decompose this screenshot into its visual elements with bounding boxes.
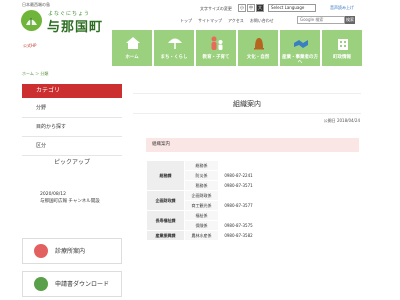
- table-row: 総務課 総務係: [146, 160, 259, 191]
- phone-cell: [218, 210, 259, 221]
- pickup-link[interactable]: 2020/08/12 与那国町広報 チャンネル開設: [40, 191, 120, 205]
- phone-cell: 0980-87-2241: [218, 170, 259, 181]
- phone-cell: 0980-87-3575: [218, 220, 259, 231]
- top-link-access[interactable]: アクセス: [228, 18, 244, 24]
- nav-living[interactable]: まち・くらし: [154, 30, 195, 66]
- sidebar-item-purpose[interactable]: 目的から探す: [22, 118, 122, 137]
- phone-cell: [218, 190, 259, 201]
- sidebar-item-division[interactable]: 区分: [22, 137, 122, 156]
- section-cell: 農林水産係: [184, 230, 219, 241]
- nav-home[interactable]: ホーム: [112, 30, 153, 66]
- department-cell: 総務課: [146, 160, 185, 191]
- font-size-medium-button[interactable]: 中: [247, 4, 255, 12]
- family-icon: [211, 36, 223, 50]
- section-cell: 防災係: [184, 170, 219, 181]
- phone-cell: [218, 160, 259, 171]
- department-cell: 産業振興課: [146, 230, 185, 241]
- nav-label: 町政情報: [333, 55, 351, 60]
- sidebar-item-field[interactable]: 分野: [22, 99, 122, 118]
- tagline: 日本最西端の島: [22, 2, 50, 7]
- town-logo[interactable]: [21, 10, 42, 31]
- phone-cell: 0980-87-3577: [218, 200, 259, 211]
- clinic-info-button[interactable]: 診療所案内: [22, 238, 122, 264]
- umbrella-icon: [168, 38, 182, 49]
- nav-industry[interactable]: 産業・事業者の方へ: [280, 30, 321, 66]
- search-input[interactable]: Google 検索: [297, 16, 345, 24]
- section-cell: 企画財政係: [184, 190, 219, 201]
- application-download-button[interactable]: 申請書ダウンロード: [22, 271, 122, 297]
- top-link-contact[interactable]: お問い合わせ: [250, 18, 274, 24]
- language-select[interactable]: Select Language: [268, 4, 316, 12]
- table-row: 産業振興課 農林水産係 0980-87-3582: [146, 230, 259, 241]
- font-size-small-button[interactable]: 小: [238, 4, 246, 12]
- nav-label: 教育・子育て: [202, 55, 230, 60]
- department-cell: 企画財政課: [146, 190, 185, 211]
- top-links: トップ サイトマップ アクセス お問い合わせ: [180, 18, 274, 24]
- department-cell: 長寿福祉課: [146, 210, 185, 231]
- publish-date: 公開日 2018/04/24: [323, 118, 360, 123]
- font-size-label: 文字サイズの変更: [200, 6, 232, 11]
- category-heading: カテゴリ: [22, 84, 122, 98]
- section-cell: 保険係: [184, 220, 219, 231]
- table-row: 長寿福祉課 福祉係: [146, 210, 259, 231]
- nav-label: ホーム: [125, 55, 139, 60]
- section-cell: 商工観光係: [184, 200, 219, 211]
- logo-icon: [26, 18, 37, 25]
- top-link-home[interactable]: トップ: [180, 18, 192, 24]
- official-label: 公式HP: [23, 43, 37, 48]
- section-header: 組織案内: [146, 138, 359, 152]
- nav-label: まち・くらし: [160, 55, 188, 60]
- phone-cell: 0980-87-3571: [218, 180, 259, 191]
- download-icon: [34, 277, 48, 291]
- search-button[interactable]: 検索: [345, 16, 355, 24]
- page-title: 組織案内: [133, 93, 361, 114]
- building-icon: [338, 39, 348, 50]
- section-cell: 総務係: [184, 160, 219, 171]
- nav-label: 産業・事業者の方へ: [282, 55, 318, 65]
- handshake-icon: [294, 40, 308, 48]
- nav-government[interactable]: 町政情報: [322, 30, 363, 66]
- font-size-large-button[interactable]: 大: [256, 4, 264, 12]
- nav-culture[interactable]: 文化・自然: [238, 30, 279, 66]
- pickup-title: ピックアップ: [53, 159, 90, 166]
- clinic-info-label: 診療所案内: [55, 248, 86, 255]
- table-row: 企画財政課 企画財政係: [146, 190, 259, 211]
- nav-label: 文化・自然: [246, 55, 270, 60]
- section-cell: 福祉係: [184, 210, 219, 221]
- bell-icon: [254, 38, 264, 50]
- home-icon: [126, 37, 140, 49]
- top-link-sitemap[interactable]: サイトマップ: [198, 18, 222, 24]
- section-cell: 税務係: [184, 180, 219, 191]
- nav-education[interactable]: 教育・子育て: [196, 30, 237, 66]
- clinic-icon: [34, 244, 48, 258]
- phone-cell: 0980-87-3582: [218, 230, 259, 241]
- breadcrumb[interactable]: ホーム ＞ 分類: [22, 71, 48, 77]
- organization-table: 総務課 総務係 防災係 0980-87-2241 税務係 0980-87-357…: [146, 160, 259, 241]
- application-download-label: 申請書ダウンロード: [55, 281, 110, 288]
- town-name[interactable]: 与那国町: [47, 16, 103, 35]
- voice-reader-link[interactable]: 音声読み上げ: [330, 5, 354, 11]
